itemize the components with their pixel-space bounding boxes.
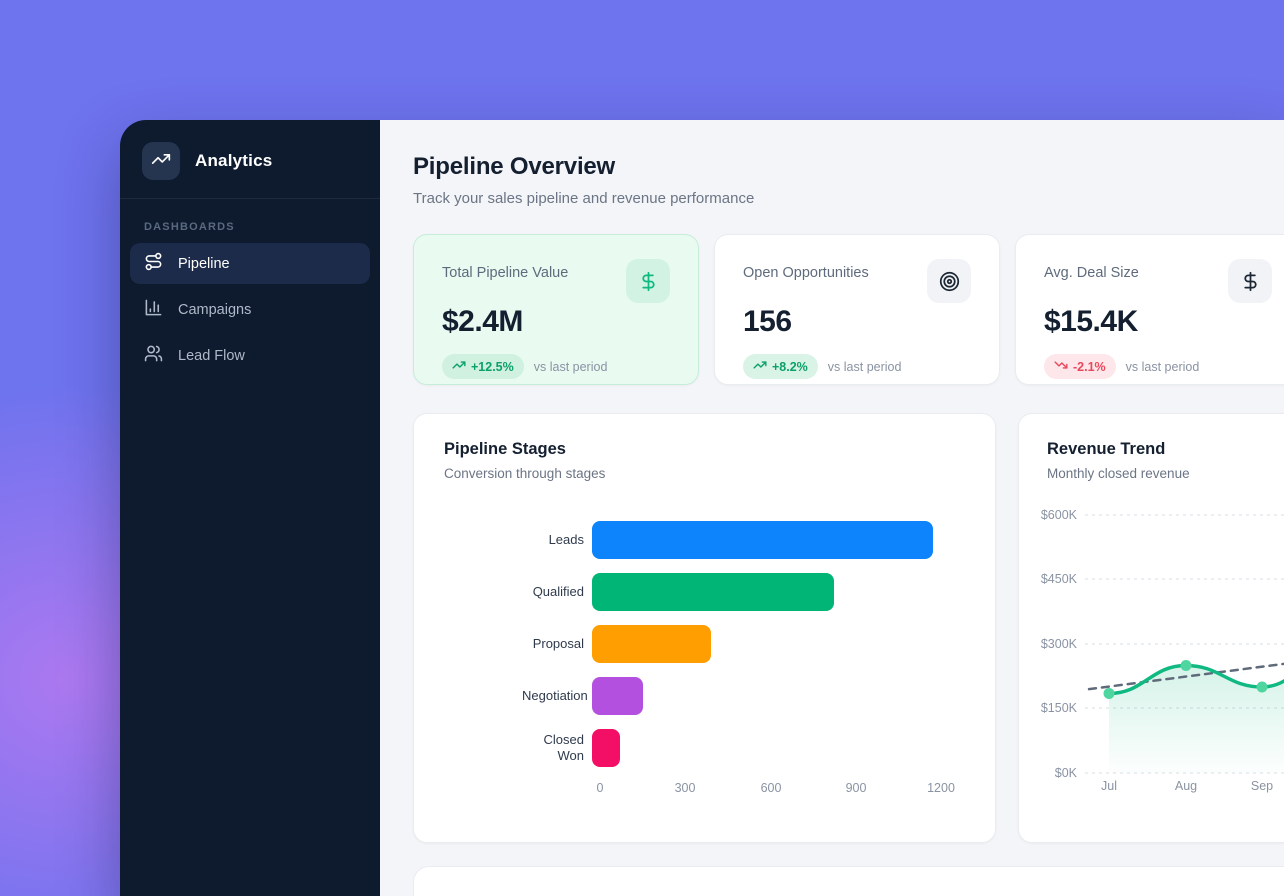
trending-up-icon	[452, 358, 466, 375]
chart-subtitle: Conversion through stages	[444, 466, 965, 481]
y-tick: $0K	[1025, 766, 1077, 780]
stat-comparison: vs last period	[1126, 360, 1200, 374]
sidebar-item-label: Lead Flow	[178, 348, 245, 364]
y-tick: $450K	[1025, 572, 1077, 586]
x-axis: 0 300 600 900 1200	[600, 781, 965, 799]
x-tick: 0	[597, 781, 604, 795]
sidebar-item-label: Campaigns	[178, 302, 251, 318]
trending-up-icon	[753, 358, 767, 375]
stat-comparison: vs last period	[534, 360, 608, 374]
stat-label: Total Pipeline Value	[442, 259, 568, 281]
bar-row: Closed Won	[444, 729, 965, 767]
sidebar: Analytics DASHBOARDS Pipeline Campaigns	[120, 120, 380, 896]
bar-qualified	[592, 573, 834, 611]
users-icon	[144, 344, 163, 367]
bar-row: Negotiation	[444, 677, 965, 715]
change-badge: +8.2%	[743, 354, 818, 379]
sidebar-item-label: Pipeline	[178, 256, 230, 272]
x-tick: 1200	[927, 781, 955, 795]
stat-card-avg-deal-size: Avg. Deal Size $15.4K -2.1% vs last peri…	[1015, 234, 1284, 385]
x-tick: 600	[761, 781, 782, 795]
stat-card-total-pipeline-value: Total Pipeline Value $2.4M +12.5% vs las…	[413, 234, 699, 385]
bar-label: Qualified	[522, 584, 592, 600]
sidebar-item-pipeline[interactable]: Pipeline	[130, 243, 370, 284]
dollar-icon	[626, 259, 670, 303]
pipeline-stages-bar-chart: Leads Qualified Proposal Negotiation	[444, 521, 965, 799]
bar-proposal	[592, 625, 711, 663]
bar-leads	[592, 521, 933, 559]
stat-comparison: vs last period	[828, 360, 902, 374]
sidebar-item-campaigns[interactable]: Campaigns	[130, 289, 370, 330]
partial-bottom-card	[413, 866, 1284, 896]
trending-up-icon	[151, 149, 171, 174]
chart-title: Revenue Trend	[1019, 440, 1284, 459]
sidebar-header: Analytics	[120, 120, 380, 199]
bar-label: Closed Won	[522, 732, 592, 765]
page-subtitle: Track your sales pipeline and revenue pe…	[413, 190, 1284, 207]
revenue-trend-card: Revenue Trend Monthly closed revenue $60…	[1018, 413, 1284, 843]
stats-row: Total Pipeline Value $2.4M +12.5% vs las…	[413, 234, 1284, 385]
stat-value: $2.4M	[442, 305, 670, 339]
bar-row: Proposal	[444, 625, 965, 663]
x-label: Aug	[1175, 779, 1197, 793]
charts-row: Pipeline Stages Conversion through stage…	[413, 413, 1284, 843]
stat-label: Avg. Deal Size	[1044, 259, 1139, 281]
bar-closed-won	[592, 729, 620, 767]
main-content: Pipeline Overview Track your sales pipel…	[380, 120, 1284, 896]
change-badge: -2.1%	[1044, 354, 1116, 379]
sidebar-item-lead-flow[interactable]: Lead Flow	[130, 335, 370, 376]
y-tick: $300K	[1025, 637, 1077, 651]
pipeline-stages-card: Pipeline Stages Conversion through stage…	[413, 413, 996, 843]
page-title: Pipeline Overview	[413, 153, 1284, 181]
stat-label: Open Opportunities	[743, 259, 869, 281]
bar-row: Leads	[444, 521, 965, 559]
chart-title: Pipeline Stages	[444, 440, 965, 459]
stat-value: 156	[743, 305, 971, 339]
bar-chart-icon	[144, 298, 163, 321]
bar-label: Negotiation	[522, 688, 592, 704]
stat-card-open-opportunities: Open Opportunities 156 +8.2% vs last per…	[714, 234, 1000, 385]
dollar-icon	[1228, 259, 1272, 303]
bar-negotiation	[592, 677, 643, 715]
y-tick: $600K	[1025, 508, 1077, 522]
change-badge: +12.5%	[442, 354, 524, 379]
bar-label: Proposal	[522, 636, 592, 652]
app-title: Analytics	[195, 151, 272, 171]
stat-value: $15.4K	[1044, 305, 1272, 339]
x-tick: 300	[675, 781, 696, 795]
sidebar-section-label: DASHBOARDS	[144, 221, 380, 233]
sidebar-nav: Pipeline Campaigns Lead Flow	[120, 243, 380, 381]
app-window: Analytics DASHBOARDS Pipeline Campaigns	[120, 120, 1284, 896]
route-icon	[144, 252, 163, 275]
revenue-trend-line-chart: $600K $450K $300K $150K $0K Jul Aug Sep	[1019, 497, 1284, 807]
trending-down-icon	[1054, 358, 1068, 375]
x-label: Jul	[1101, 779, 1117, 793]
app-logo	[142, 142, 180, 180]
y-tick: $150K	[1025, 701, 1077, 715]
target-icon	[927, 259, 971, 303]
chart-subtitle: Monthly closed revenue	[1019, 466, 1284, 481]
bar-row: Qualified	[444, 573, 965, 611]
x-tick: 900	[846, 781, 867, 795]
bar-label: Leads	[522, 532, 592, 548]
x-label: Sep	[1251, 779, 1273, 793]
